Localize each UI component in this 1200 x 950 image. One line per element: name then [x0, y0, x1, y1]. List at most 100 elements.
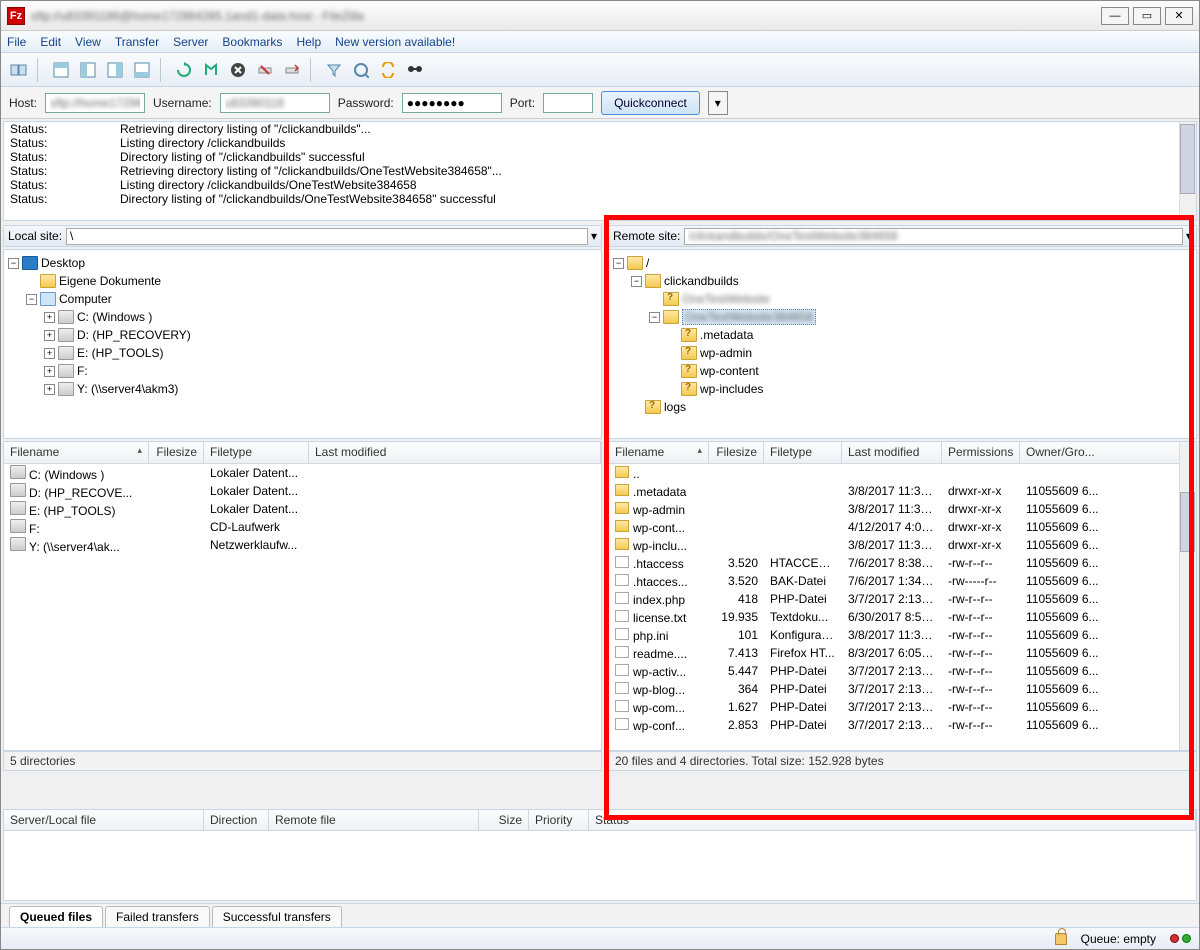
expand-icon[interactable]: −	[8, 258, 19, 269]
list-item[interactable]: F:CD-Laufwerk	[4, 518, 601, 536]
tree-node[interactable]: .metadata	[613, 326, 1192, 344]
col-filesize[interactable]: Filesize	[709, 442, 764, 463]
expand-icon[interactable]: −	[26, 294, 37, 305]
menu-transfer[interactable]: Transfer	[115, 35, 159, 49]
tab-queued[interactable]: Queued files	[9, 906, 103, 927]
tree-node[interactable]: +E: (HP_TOOLS)	[8, 344, 597, 362]
expand-icon[interactable]: +	[44, 384, 55, 395]
local-directory-tree[interactable]: −DesktopEigene Dokumente−Computer+C: (Wi…	[3, 249, 602, 439]
toggle-remote-tree-icon[interactable]	[103, 58, 127, 82]
list-item[interactable]: wp-admin3/8/2017 11:35:...drwxr-xr-x1105…	[609, 500, 1196, 518]
expand-icon[interactable]: −	[649, 312, 660, 323]
tree-node[interactable]: wp-admin	[613, 344, 1192, 362]
tree-node[interactable]: −OneTestWebsite384658	[613, 308, 1192, 326]
username-input[interactable]	[220, 93, 330, 113]
tree-node[interactable]: +D: (HP_RECOVERY)	[8, 326, 597, 344]
list-item[interactable]: .htaccess3.520HTACCESS...7/6/2017 8:38:1…	[609, 554, 1196, 572]
expand-icon[interactable]: −	[613, 258, 624, 269]
qcol-direction[interactable]: Direction	[204, 810, 269, 830]
cancel-icon[interactable]	[226, 58, 250, 82]
log-scrollbar[interactable]	[1179, 122, 1196, 220]
host-input[interactable]	[45, 93, 145, 113]
menu-bookmarks[interactable]: Bookmarks	[222, 35, 282, 49]
queue-header[interactable]: Server/Local file Direction Remote file …	[3, 809, 1197, 831]
list-item[interactable]: .metadata3/8/2017 11:35:...drwxr-xr-x110…	[609, 482, 1196, 500]
expand-icon[interactable]: +	[44, 366, 55, 377]
list-item[interactable]: wp-com...1.627PHP-Datei3/7/2017 2:13:3..…	[609, 698, 1196, 716]
col-modified[interactable]: Last modified	[842, 442, 942, 463]
col-filename[interactable]: Filename	[609, 442, 709, 463]
expand-icon[interactable]: +	[44, 312, 55, 323]
list-item[interactable]: Y: (\\server4\ak...Netzwerklaufw...	[4, 536, 601, 554]
qcol-priority[interactable]: Priority	[529, 810, 589, 830]
tree-node[interactable]: −clickandbuilds	[613, 272, 1192, 290]
tree-node[interactable]: +F:	[8, 362, 597, 380]
col-owner[interactable]: Owner/Gro...	[1020, 442, 1196, 463]
filter-icon[interactable]	[322, 58, 346, 82]
site-manager-icon[interactable]	[7, 58, 31, 82]
list-item[interactable]: index.php418PHP-Datei3/7/2017 2:13:3...-…	[609, 590, 1196, 608]
list-item[interactable]: wp-cont...4/12/2017 4:01:...drwxr-xr-x11…	[609, 518, 1196, 536]
list-item[interactable]: wp-activ...5.447PHP-Datei3/7/2017 2:13:3…	[609, 662, 1196, 680]
qcol-size[interactable]: Size	[479, 810, 529, 830]
list-item[interactable]: C: (Windows )Lokaler Datent...	[4, 464, 601, 482]
list-item[interactable]: php.ini101Konfigurati...3/8/2017 11:35:.…	[609, 626, 1196, 644]
remote-list-header[interactable]: Filename Filesize Filetype Last modified…	[609, 442, 1196, 464]
remote-directory-tree[interactable]: −/−clickandbuildsOneTestWebsite−OneTestW…	[608, 249, 1197, 439]
list-item[interactable]: ..	[609, 464, 1196, 482]
menu-help[interactable]: Help	[296, 35, 321, 49]
menu-view[interactable]: View	[75, 35, 101, 49]
tree-node[interactable]: wp-includes	[613, 380, 1192, 398]
tree-node[interactable]: +Y: (\\server4\akm3)	[8, 380, 597, 398]
list-item[interactable]: wp-blog...364PHP-Datei3/7/2017 2:13:3...…	[609, 680, 1196, 698]
tree-node[interactable]: +C: (Windows )	[8, 308, 597, 326]
col-modified[interactable]: Last modified	[309, 442, 601, 463]
remote-file-list[interactable]: Filename Filesize Filetype Last modified…	[608, 441, 1197, 751]
tree-node[interactable]: wp-content	[613, 362, 1192, 380]
process-queue-icon[interactable]	[199, 58, 223, 82]
expand-icon[interactable]: +	[44, 348, 55, 359]
message-log[interactable]: Status:Retrieving directory listing of "…	[3, 121, 1197, 221]
list-item[interactable]: license.txt19.935Textdoku...6/30/2017 8:…	[609, 608, 1196, 626]
sync-browse-icon[interactable]	[376, 58, 400, 82]
tree-node[interactable]: −/	[613, 254, 1192, 272]
quickconnect-dropdown[interactable]: ▾	[708, 91, 728, 115]
remote-site-drop-icon[interactable]: ▾	[1186, 229, 1192, 243]
qcol-server[interactable]: Server/Local file	[4, 810, 204, 830]
close-button[interactable]: ✕	[1165, 7, 1193, 25]
tree-node[interactable]: Eigene Dokumente	[8, 272, 597, 290]
password-input[interactable]	[402, 93, 502, 113]
menu-server[interactable]: Server	[173, 35, 208, 49]
col-filetype[interactable]: Filetype	[204, 442, 309, 463]
refresh-icon[interactable]	[172, 58, 196, 82]
remote-scrollbar[interactable]	[1179, 442, 1196, 750]
tree-node[interactable]: OneTestWebsite	[613, 290, 1192, 308]
minimize-button[interactable]: —	[1101, 7, 1129, 25]
menu-edit[interactable]: Edit	[40, 35, 61, 49]
tab-successful[interactable]: Successful transfers	[212, 906, 342, 927]
search-icon[interactable]	[403, 58, 427, 82]
disconnect-icon[interactable]	[253, 58, 277, 82]
list-item[interactable]: E: (HP_TOOLS)Lokaler Datent...	[4, 500, 601, 518]
toggle-log-icon[interactable]	[49, 58, 73, 82]
col-filetype[interactable]: Filetype	[764, 442, 842, 463]
col-filename[interactable]: Filename	[4, 442, 149, 463]
tab-failed[interactable]: Failed transfers	[105, 906, 210, 927]
tree-node[interactable]: −Computer	[8, 290, 597, 308]
menu-new-version[interactable]: New version available!	[335, 35, 455, 49]
reconnect-icon[interactable]	[280, 58, 304, 82]
local-list-header[interactable]: Filename Filesize Filetype Last modified	[4, 442, 601, 464]
quickconnect-button[interactable]: Quickconnect	[601, 91, 700, 115]
qcol-status[interactable]: Status	[589, 810, 1196, 830]
remote-site-input[interactable]	[684, 228, 1183, 245]
list-item[interactable]: wp-conf...2.853PHP-Datei3/7/2017 2:13:3.…	[609, 716, 1196, 734]
list-item[interactable]: wp-inclu...3/8/2017 11:35:...drwxr-xr-x1…	[609, 536, 1196, 554]
local-site-drop-icon[interactable]: ▾	[591, 229, 597, 243]
col-permissions[interactable]: Permissions	[942, 442, 1020, 463]
toggle-local-tree-icon[interactable]	[76, 58, 100, 82]
toggle-queue-icon[interactable]	[130, 58, 154, 82]
list-item[interactable]: readme....7.413Firefox HT...8/3/2017 6:0…	[609, 644, 1196, 662]
list-item[interactable]: .htacces...3.520BAK-Datei7/6/2017 1:34:3…	[609, 572, 1196, 590]
maximize-button[interactable]: ▭	[1133, 7, 1161, 25]
queue-body[interactable]	[3, 831, 1197, 901]
